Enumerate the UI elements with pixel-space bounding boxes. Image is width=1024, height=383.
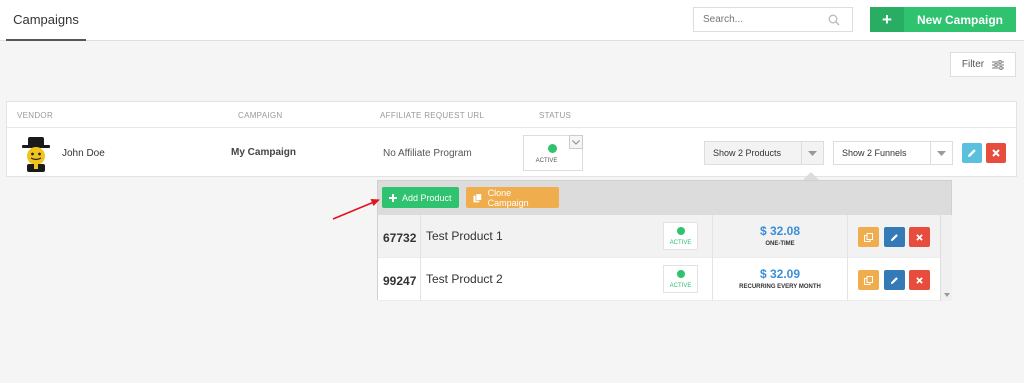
status-toggle[interactable]: ACTIVE bbox=[523, 135, 583, 171]
pencil-icon bbox=[968, 149, 976, 157]
filter-button[interactable]: Filter bbox=[950, 52, 1016, 77]
copy-icon bbox=[473, 192, 483, 202]
column-status: STATUS bbox=[539, 111, 572, 120]
edit-campaign-button[interactable] bbox=[962, 143, 982, 163]
chevron-down-icon bbox=[801, 142, 823, 164]
new-campaign-label: New Campaign bbox=[916, 12, 1003, 27]
delete-product-button[interactable] bbox=[909, 270, 930, 290]
status-label: ACTIVE bbox=[535, 158, 558, 164]
divider bbox=[847, 258, 848, 301]
products-select-value: Show 2 Products bbox=[713, 148, 782, 158]
table-header: VENDOR CAMPAIGN AFFILIATE REQUEST URL ST… bbox=[7, 102, 1016, 128]
products-panel: Add Product Clone Campaign 67732 Test Pr… bbox=[377, 180, 952, 301]
affiliate-url: No Affiliate Program bbox=[383, 148, 472, 159]
close-icon bbox=[916, 233, 923, 241]
funnels-select-value: Show 2 Funnels bbox=[842, 148, 907, 158]
chevron-down-icon[interactable] bbox=[569, 135, 583, 149]
add-product-label: Add Product bbox=[402, 192, 452, 203]
column-campaign: CAMPAIGN bbox=[238, 111, 283, 120]
product-name[interactable]: Test Product 2 bbox=[426, 272, 503, 286]
product-id: 99247 bbox=[383, 274, 417, 288]
chevron-down-icon bbox=[930, 142, 952, 164]
divider bbox=[420, 215, 421, 258]
price-type: RECURRING EVERY MONTH bbox=[739, 284, 821, 290]
search-box[interactable] bbox=[693, 7, 853, 32]
avatar bbox=[22, 137, 50, 172]
close-icon bbox=[916, 276, 923, 284]
edit-product-button[interactable] bbox=[884, 227, 905, 247]
close-icon bbox=[992, 149, 1000, 157]
copy-icon bbox=[864, 232, 873, 242]
panel-scrollbar[interactable] bbox=[940, 215, 952, 301]
product-price: $ 32.09 bbox=[759, 267, 801, 281]
column-affiliate-url: AFFILIATE REQUEST URL bbox=[380, 111, 485, 120]
status-dot bbox=[548, 144, 557, 153]
delete-product-button[interactable] bbox=[909, 227, 930, 247]
pencil-icon bbox=[890, 233, 898, 241]
status-dot bbox=[677, 270, 685, 278]
price-type: ONE-TIME bbox=[765, 241, 795, 247]
filter-label: Filter bbox=[961, 59, 985, 70]
product-id: 67732 bbox=[383, 231, 417, 245]
panel-pointer bbox=[803, 172, 819, 180]
status-label: ACTIVE bbox=[669, 240, 692, 246]
divider bbox=[420, 258, 421, 301]
clone-campaign-button[interactable]: Clone Campaign bbox=[466, 187, 559, 208]
search-icon bbox=[828, 14, 840, 26]
scroll-down-icon[interactable] bbox=[944, 293, 950, 297]
divider bbox=[847, 215, 848, 258]
campaign-name[interactable]: My Campaign bbox=[231, 147, 296, 158]
edit-product-button[interactable] bbox=[884, 270, 905, 290]
pencil-icon bbox=[890, 276, 898, 284]
products-select[interactable]: Show 2 Products bbox=[704, 141, 824, 165]
product-price: $ 32.08 bbox=[759, 224, 801, 238]
product-status[interactable]: ACTIVE bbox=[663, 265, 698, 293]
clone-campaign-label: Clone Campaign bbox=[487, 187, 529, 208]
tab-campaigns[interactable]: Campaigns bbox=[6, 0, 86, 41]
new-campaign-button[interactable]: + New Campaign bbox=[870, 7, 1016, 32]
product-row: 67732 Test Product 1 ACTIVE $ 32.08 ONE-… bbox=[378, 215, 940, 258]
search-input[interactable] bbox=[694, 8, 824, 31]
clone-product-button[interactable] bbox=[858, 227, 879, 247]
product-row: 99247 Test Product 2 ACTIVE $ 32.09 RECU… bbox=[378, 258, 940, 301]
add-product-button[interactable]: Add Product bbox=[382, 187, 459, 208]
vendor-name: John Doe bbox=[62, 148, 105, 159]
plus-icon bbox=[389, 193, 397, 202]
plus-icon: + bbox=[870, 7, 904, 32]
column-vendor: VENDOR bbox=[17, 111, 54, 120]
products-list: 67732 Test Product 1 ACTIVE $ 32.08 ONE-… bbox=[378, 215, 940, 301]
top-bar: Campaigns + New Campaign bbox=[0, 0, 1024, 41]
product-name[interactable]: Test Product 1 bbox=[426, 229, 503, 243]
status-label: ACTIVE bbox=[669, 283, 692, 289]
status-dot bbox=[677, 227, 685, 235]
delete-campaign-button[interactable] bbox=[986, 143, 1006, 163]
funnels-select[interactable]: Show 2 Funnels bbox=[833, 141, 953, 165]
product-status[interactable]: ACTIVE bbox=[663, 222, 698, 250]
clone-product-button[interactable] bbox=[858, 270, 879, 290]
campaigns-table: VENDOR CAMPAIGN AFFILIATE REQUEST URL ST… bbox=[6, 101, 1017, 177]
filter-sliders-icon bbox=[992, 59, 1005, 70]
copy-icon bbox=[864, 275, 873, 285]
